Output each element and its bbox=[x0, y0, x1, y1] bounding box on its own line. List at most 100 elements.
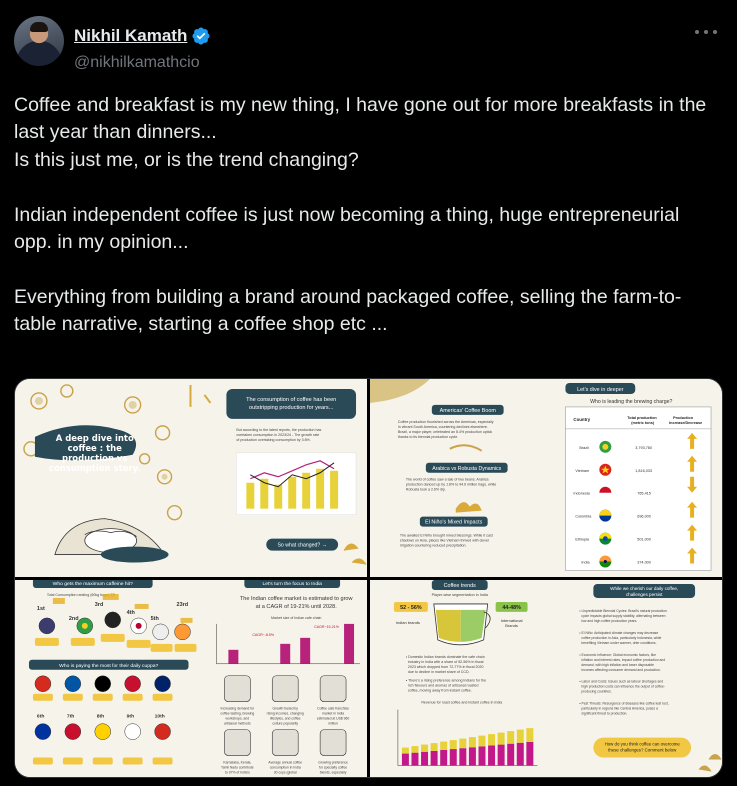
tweet-header: Nikhil Kamath @nikhilkamathcio bbox=[14, 14, 723, 74]
svg-text:1st: 1st bbox=[37, 605, 45, 611]
svg-text:rising incomes, changing: rising incomes, changing bbox=[267, 711, 304, 715]
panel3-question-3: Let's turn the focus to India bbox=[262, 580, 322, 586]
illustration-bar bbox=[497, 744, 505, 766]
svg-text:significant threat to producti: significant threat to production. bbox=[581, 711, 627, 715]
illustration-bar bbox=[507, 730, 515, 744]
svg-text:million: million bbox=[328, 721, 338, 725]
svg-text:Brazil, a major player, celebr: Brazil, a major player, celebrated an 8.… bbox=[398, 430, 492, 434]
svg-text:• Domestic Indian brands domin: • Domestic Indian brands dominate the ca… bbox=[406, 654, 485, 658]
infographic-consumption-india: Who gets the maximum caffeine hit? Total… bbox=[15, 579, 367, 777]
panel2-subheading-3: El Niño's Mixed Impacts bbox=[425, 520, 482, 526]
svg-text:Coffee production flourished a: Coffee production flourished across the … bbox=[398, 420, 494, 424]
illustration-bar bbox=[421, 751, 429, 766]
svg-text:to 97% of India's: to 97% of India's bbox=[225, 770, 250, 774]
illustration-bar bbox=[411, 745, 419, 753]
svg-text:• Labor and Costs: Issues such: • Labor and Costs: Issues such as labour… bbox=[579, 679, 663, 683]
illustration-bar bbox=[497, 732, 505, 745]
panel4-cta: How do you think coffee can overcome thes… bbox=[605, 741, 681, 752]
illustration-bar bbox=[459, 738, 467, 748]
tweet-paragraph: Coffee and breakfast is my new thing, I … bbox=[14, 94, 707, 171]
svg-text:2023 which dropped from 72-77%: 2023 which dropped from 72-77% in fiscal… bbox=[408, 664, 484, 668]
svg-text:Indonesia: Indonesia bbox=[573, 492, 590, 496]
svg-text:market in India: market in India bbox=[322, 711, 344, 715]
svg-text:Revenue for roast coffee and i: Revenue for roast coffee and instant cof… bbox=[421, 700, 502, 704]
panel2-subheading-2: Arabica vs Robusta Dynamics bbox=[432, 466, 501, 472]
avatar[interactable] bbox=[14, 16, 64, 66]
media-grid: A deep dive into coffee : the production v… bbox=[14, 378, 723, 778]
svg-text:Increase/Decrease: Increase/Decrease bbox=[669, 421, 702, 425]
infographic-production-vs-consumption: A deep dive into coffee : the production v… bbox=[15, 379, 367, 577]
svg-text:2nd: 2nd bbox=[69, 615, 79, 621]
svg-text:CAGR~-8.5%: CAGR~-8.5% bbox=[252, 632, 275, 636]
svg-text:Ethiopia: Ethiopia bbox=[575, 538, 590, 542]
svg-text:incomes affecting consumer dem: incomes affecting consumer demand and pr… bbox=[581, 667, 660, 671]
svg-text:irrigation countering reduced: irrigation countering reduced precipitat… bbox=[400, 544, 467, 548]
svg-text:lifestyles, and coffee: lifestyles, and coffee bbox=[270, 716, 301, 720]
media-image-4[interactable]: Coffee trends Player-wise segmentation i… bbox=[370, 579, 722, 777]
panel2-header: Let's dive in deeper bbox=[577, 387, 624, 393]
svg-text:industry in India with a share: industry in India with a share of 52-56%… bbox=[408, 659, 484, 663]
svg-text:coffee production in Asia, par: coffee production in Asia, particularly … bbox=[581, 635, 661, 639]
svg-text:501,000: 501,000 bbox=[637, 538, 651, 542]
svg-text:artisanal methods: artisanal methods bbox=[224, 721, 251, 725]
svg-text:4th: 4th bbox=[127, 609, 135, 615]
svg-text:Total production: Total production bbox=[627, 416, 657, 420]
svg-text:30 cups (global: 30 cups (global bbox=[274, 770, 297, 774]
svg-text:benefiting Vietnam under warme: benefiting Vietnam under warmer, drier c… bbox=[581, 640, 656, 644]
svg-text:particularly in regions like C: particularly in regions like Central Ame… bbox=[581, 706, 658, 710]
svg-text:for specialty coffee: for specialty coffee bbox=[319, 765, 347, 769]
author-handle[interactable]: @nikhilkamathcio bbox=[74, 54, 200, 72]
infographic-top-producers: Americas' Coffee Boom Coffee production … bbox=[370, 379, 722, 577]
svg-text:culture popularity: culture popularity bbox=[272, 721, 298, 725]
illustration-bar bbox=[488, 733, 496, 745]
illustration-bar bbox=[459, 747, 467, 766]
svg-text:696,000: 696,000 bbox=[637, 515, 651, 519]
illustration-bar bbox=[430, 742, 438, 751]
illustration-bar bbox=[440, 749, 448, 766]
tweet-paragraph: Everything from building a brand around … bbox=[14, 285, 682, 336]
svg-text:high production costs can infl: high production costs can influence the … bbox=[581, 684, 665, 688]
illustration-bar bbox=[468, 746, 476, 766]
media-image-2[interactable]: Americas' Coffee Boom Coffee production … bbox=[370, 379, 722, 577]
svg-text:thanks to its biennial product: thanks to its biennial production cycle. bbox=[398, 435, 458, 439]
svg-text:demand, with high inflation an: demand, with high inflation and lower di… bbox=[581, 662, 654, 666]
media-image-3[interactable]: Who gets the maximum caffeine hit? Total… bbox=[15, 579, 367, 777]
svg-text:in vibrant South America, coun: in vibrant South America, countering dec… bbox=[398, 425, 488, 429]
illustration-bar bbox=[449, 739, 457, 749]
panel4-title: Coffee trends bbox=[444, 582, 476, 588]
panel2-subheading-1: Americas' Coffee Boom bbox=[440, 408, 497, 414]
svg-text:consumption in India: consumption in India bbox=[270, 765, 301, 769]
illustration-bar bbox=[478, 735, 486, 746]
verified-badge-icon bbox=[192, 27, 210, 45]
illustration-bar bbox=[430, 750, 438, 766]
panel4-right-label: Brands bbox=[505, 622, 518, 627]
svg-text:CAGR~19-21%: CAGR~19-21% bbox=[314, 624, 340, 628]
svg-text:7th: 7th bbox=[67, 713, 74, 719]
svg-text:• Unpredictable Biennial Cycle: • Unpredictable Biennial Cycles: Brazil'… bbox=[579, 608, 667, 612]
panel4-left-label: Indian brands bbox=[396, 619, 420, 624]
author-display-name[interactable]: Nikhil Kamath bbox=[74, 26, 187, 46]
panel3-question-1: Who gets the maximum caffeine hit? bbox=[53, 580, 133, 586]
svg-text:6th: 6th bbox=[37, 713, 44, 719]
illustration-bar bbox=[526, 741, 534, 766]
illustration-bar bbox=[516, 729, 524, 743]
illustration-bar bbox=[468, 736, 476, 747]
svg-text:9th: 9th bbox=[127, 713, 134, 719]
illustration-bar bbox=[421, 744, 429, 752]
svg-text:3,793,780: 3,793,780 bbox=[635, 446, 652, 450]
svg-text:Growth fueled by: Growth fueled by bbox=[272, 706, 298, 710]
svg-text:cycle impacts global supply st: cycle impacts global supply stability, a… bbox=[581, 613, 665, 617]
media-image-1[interactable]: A deep dive into coffee : the production v… bbox=[15, 379, 367, 577]
svg-text:765,415: 765,415 bbox=[637, 492, 651, 496]
illustration-bar bbox=[488, 744, 496, 766]
svg-text:But according to the latest re: But according to the latest reports, the… bbox=[236, 428, 321, 432]
tweet-paragraph: Indian independent coffee is just now be… bbox=[14, 203, 680, 254]
illustration-bar bbox=[401, 753, 409, 766]
svg-text:374,000: 374,000 bbox=[637, 561, 651, 565]
panel2-question: Who is leading the brewing charge? bbox=[590, 399, 672, 405]
svg-text:Increasing demand for: Increasing demand for bbox=[221, 706, 255, 710]
svg-text:estimated at US$ 960: estimated at US$ 960 bbox=[317, 716, 350, 720]
illustration-bar bbox=[449, 748, 457, 766]
illustration-bar bbox=[516, 742, 524, 766]
more-options-icon[interactable] bbox=[695, 28, 717, 36]
